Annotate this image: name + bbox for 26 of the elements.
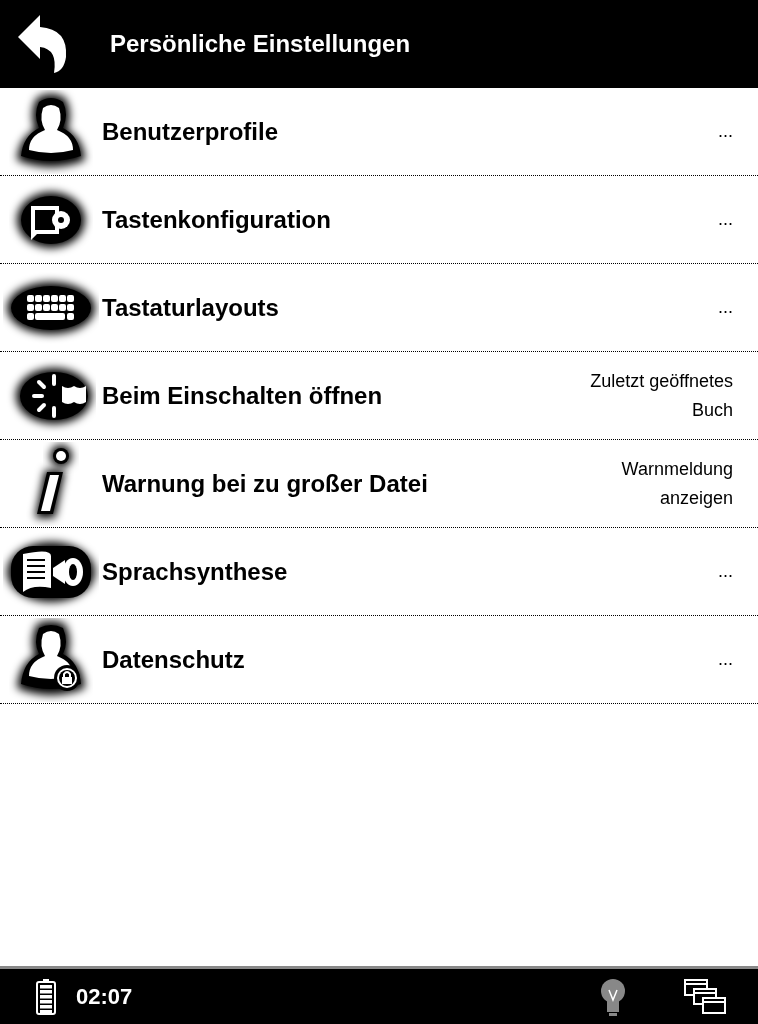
setting-value: ... bbox=[718, 208, 733, 231]
setting-value: Zuletzt geöffnetes Buch bbox=[589, 369, 733, 422]
windows-icon[interactable] bbox=[684, 978, 728, 1015]
settings-row[interactable]: Warnung bei zu großer Datei Warnmeldung anzeigen bbox=[0, 440, 758, 528]
setting-label: Tastaturlayouts bbox=[102, 293, 280, 322]
setting-label: Warnung bei zu großer Datei bbox=[102, 469, 429, 498]
setting-value: ... bbox=[718, 120, 733, 143]
settings-row[interactable]: Tastaturlayouts ... bbox=[0, 264, 758, 352]
setting-label: Beim Einschalten öffnen bbox=[102, 381, 384, 410]
setting-label: Tastenkonfiguration bbox=[102, 205, 332, 234]
battery-icon bbox=[36, 978, 56, 1015]
setting-value: ... bbox=[718, 560, 733, 583]
setting-value: ... bbox=[718, 296, 733, 319]
lightbulb-icon[interactable] bbox=[600, 977, 626, 1016]
setting-value: Warnmeldung anzeigen bbox=[620, 457, 733, 510]
settings-row[interactable]: Beim Einschalten öffnen Zuletzt geöffnetes Buch bbox=[0, 352, 758, 440]
settings-row[interactable]: Sprachsynthese ... bbox=[0, 528, 758, 616]
setting-label: Sprachsynthese bbox=[102, 557, 289, 586]
settings-row[interactable]: Datenschutz ... bbox=[0, 616, 758, 704]
setting-label: Datenschutz bbox=[102, 645, 246, 674]
setting-label: Benutzerprofile bbox=[102, 117, 279, 146]
clock-time: 02:07 bbox=[76, 983, 134, 1010]
settings-row[interactable]: Benutzerprofile ... bbox=[0, 88, 758, 176]
settings-row[interactable]: Tastenkonfiguration ... bbox=[0, 176, 758, 264]
page-title: Persönliche Einstellungen bbox=[110, 30, 411, 58]
setting-value: ... bbox=[718, 648, 733, 671]
